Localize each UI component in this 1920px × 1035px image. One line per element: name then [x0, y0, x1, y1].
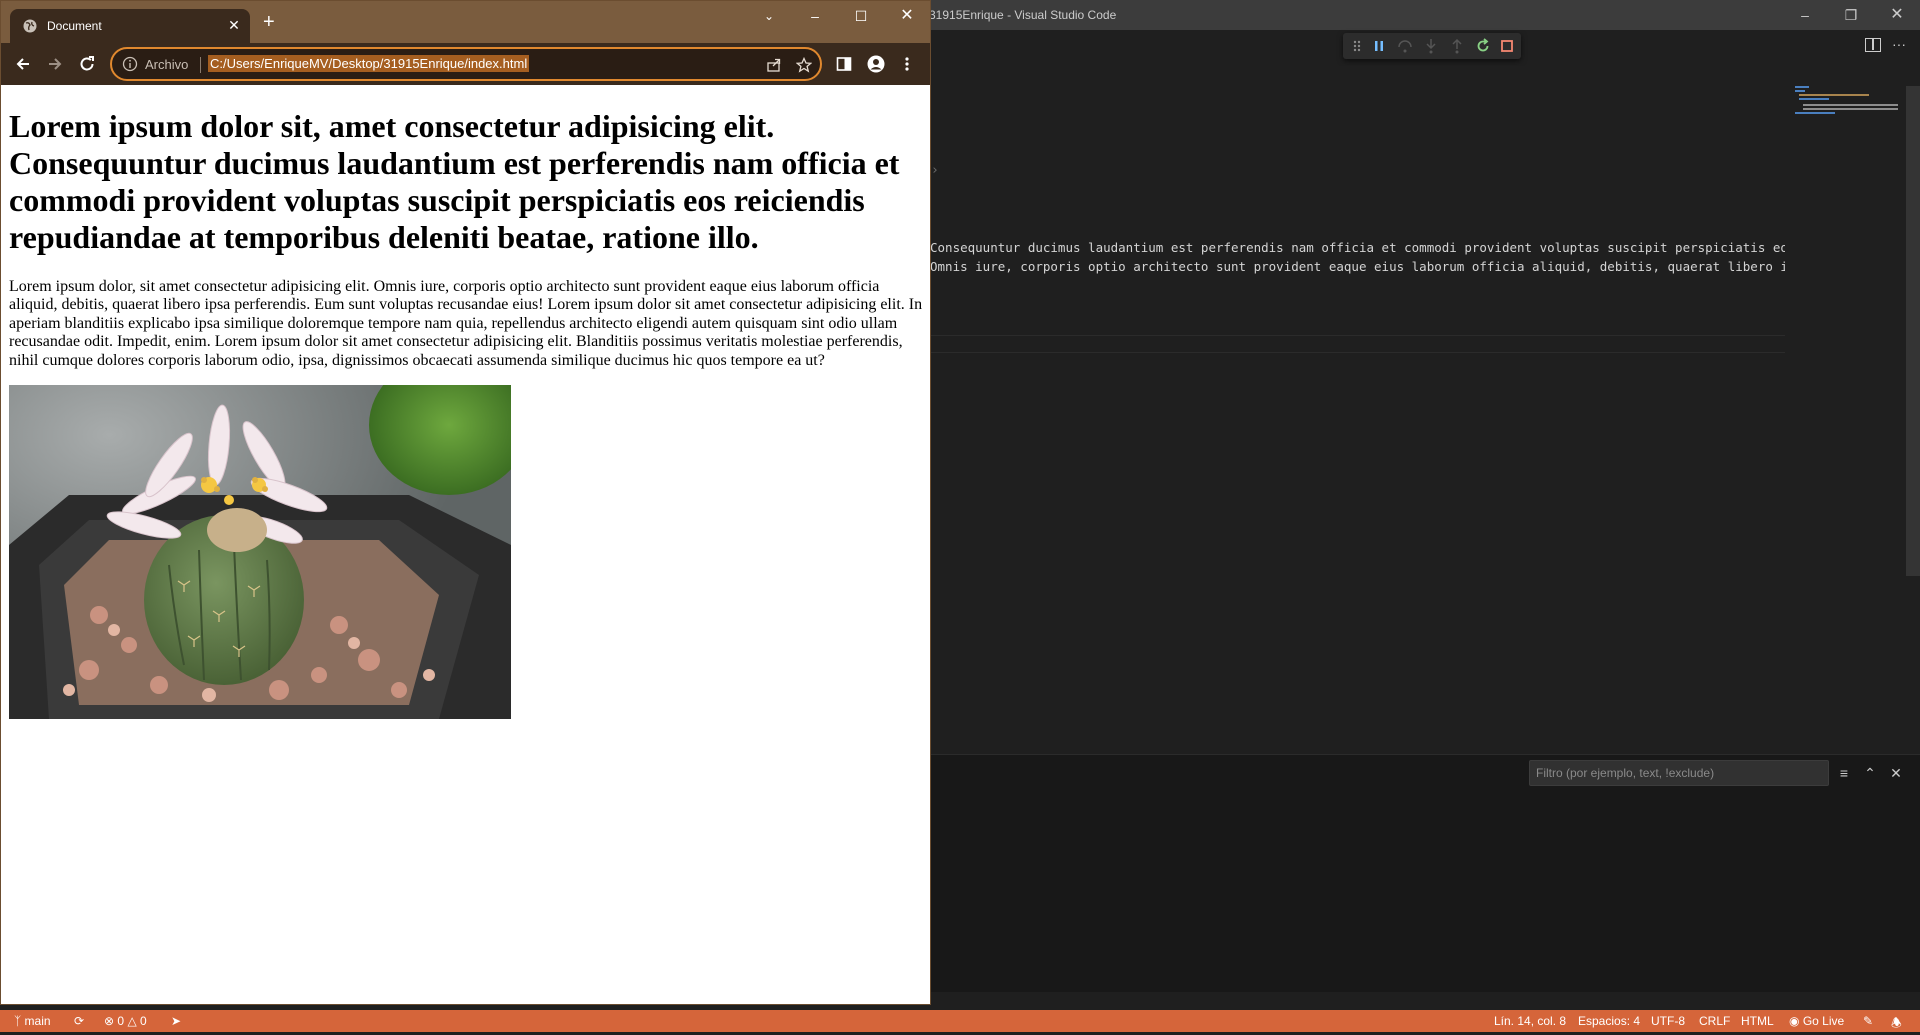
share-icon[interactable] [766, 57, 782, 73]
url-scheme-label: Archivo [145, 57, 189, 72]
code-line: Omnis iure, corporis optio architecto su… [930, 259, 1785, 274]
vscode-window-title: 31915Enrique - Visual Studio Code [929, 8, 1117, 22]
eol-status[interactable]: CRLF [1699, 1014, 1730, 1028]
panel-filter-input[interactable]: Filtro (por ejemplo, text, !exclude) [1529, 760, 1829, 786]
error-icon: ⊗ [104, 1014, 115, 1028]
chevron-up-icon[interactable]: ⌃ [1860, 763, 1880, 783]
clear-output-icon[interactable]: ≡ [1834, 763, 1854, 783]
sync-icon[interactable]: ⟳ [74, 1014, 84, 1028]
page-heading: Lorem ipsum dolor sit, amet consectetur … [9, 108, 900, 255]
branch-name: main [24, 1014, 51, 1028]
minimize-icon[interactable]: – [792, 1, 838, 31]
url-text[interactable]: C:/Users/EnriqueMV/Desktop/31915Enrique/… [208, 55, 530, 72]
encoding-status[interactable]: UTF-8 [1651, 1014, 1685, 1028]
tab-strip: Document ✕ + ⌄ – ☐ ✕ [1, 1, 930, 43]
branch-status[interactable]: ᛉ main [14, 1014, 51, 1028]
output-panel [930, 754, 1920, 992]
drag-handle-icon[interactable] [1348, 37, 1366, 55]
problems-status[interactable]: ⊗ 0 △ 0 [104, 1014, 147, 1028]
globe-icon [23, 19, 37, 33]
more-actions-icon[interactable]: ··· [1892, 36, 1906, 52]
debug-toolbar [1343, 33, 1521, 59]
language-mode[interactable]: HTML [1741, 1014, 1774, 1028]
warning-icon: △ [127, 1014, 137, 1028]
bookmark-star-icon[interactable] [796, 57, 812, 73]
stop-icon[interactable] [1498, 37, 1516, 55]
close-panel-icon[interactable]: ✕ [1886, 763, 1906, 783]
feedback-icon[interactable]: ✎ [1863, 1014, 1873, 1028]
step-into-icon[interactable] [1422, 37, 1440, 55]
code-editor[interactable] [930, 66, 1920, 754]
forward-arrow-icon[interactable] [45, 54, 65, 74]
code-line: Consequuntur ducimus laudantium est perf… [930, 240, 1785, 255]
page-paragraph: Lorem ipsum dolor, sit amet consectetur … [9, 278, 923, 369]
breadcrumb-chevron-icon: › [931, 163, 939, 178]
cactus-photo [9, 385, 511, 719]
tab-search-chevron-icon[interactable]: ⌄ [746, 1, 792, 31]
new-tab-icon[interactable]: + [263, 12, 275, 32]
side-panel-icon[interactable] [835, 55, 853, 73]
browser-toolbar: Archivo C:/Users/EnriqueMV/Desktop/31915… [1, 43, 930, 85]
address-separator [200, 57, 201, 73]
split-editor-icon[interactable] [1865, 38, 1881, 52]
back-arrow-icon[interactable] [13, 54, 33, 74]
broadcast-icon: ◉ [1789, 1014, 1800, 1028]
step-over-icon[interactable] [1396, 37, 1414, 55]
close-icon[interactable]: ✕ [1874, 0, 1920, 30]
git-branch-icon: ᛉ [14, 1014, 22, 1028]
profile-avatar-icon[interactable] [867, 55, 885, 73]
indentation-status[interactable]: Espacios: 4 [1578, 1014, 1640, 1028]
web-page-content: Lorem ipsum dolor sit, amet consectetur … [1, 86, 930, 1004]
tab-title: Document [47, 19, 102, 33]
editor-scrollbar[interactable] [1906, 86, 1920, 576]
status-bar: ᛉ main ⟳ ⊗ 0 △ 0 ➤ Lín. 14, col. 8 Espac… [0, 1010, 1920, 1032]
reload-icon[interactable] [77, 54, 97, 74]
info-icon[interactable] [122, 56, 138, 72]
tab-close-icon[interactable]: ✕ [226, 17, 242, 34]
go-live-label: Go Live [1802, 1014, 1845, 1028]
kebab-menu-icon[interactable] [898, 55, 916, 73]
step-out-icon[interactable] [1448, 37, 1466, 55]
address-bar[interactable]: Archivo C:/Users/EnriqueMV/Desktop/31915… [110, 47, 822, 81]
minimap[interactable] [1785, 66, 1905, 754]
editor-divider [930, 352, 1785, 353]
live-share-icon[interactable]: ➤ [171, 1014, 181, 1028]
editor-divider [930, 335, 1785, 336]
go-live-button[interactable]: ◉ Go Live [1789, 1014, 1844, 1028]
browser-window: Document ✕ + ⌄ – ☐ ✕ Archivo C:/Users/En… [0, 0, 931, 1005]
restart-icon[interactable] [1474, 37, 1492, 55]
cursor-position[interactable]: Lín. 14, col. 8 [1494, 1014, 1566, 1028]
pause-icon[interactable] [1370, 37, 1388, 55]
browser-tab[interactable]: Document ✕ [10, 9, 250, 43]
error-count: 0 [117, 1014, 125, 1028]
close-window-icon[interactable]: ✕ [884, 1, 930, 31]
restore-icon[interactable]: ❐ [1828, 0, 1874, 30]
minimize-icon[interactable]: – [1782, 0, 1828, 30]
maximize-icon[interactable]: ☐ [838, 1, 884, 31]
warning-count: 0 [140, 1014, 147, 1028]
